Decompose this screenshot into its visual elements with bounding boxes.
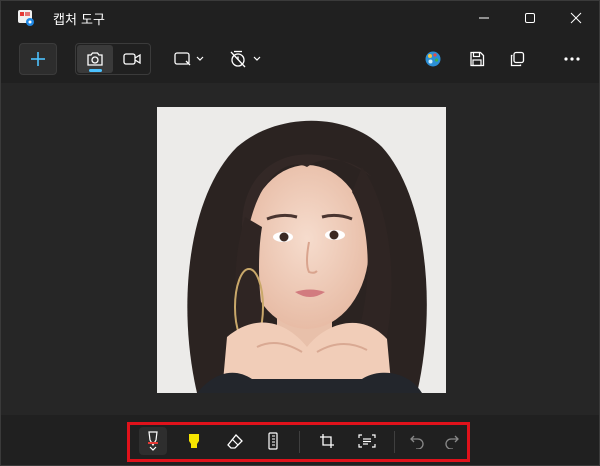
capture-mode-toggle [75, 43, 151, 75]
close-button[interactable] [553, 1, 599, 35]
screenshot-mode-button[interactable] [77, 45, 113, 73]
video-camera-icon [123, 53, 141, 65]
paint-palette-icon [425, 51, 441, 67]
eraser-button[interactable] [221, 427, 249, 455]
plus-icon [31, 52, 45, 66]
delay-timer-dropdown[interactable] [225, 43, 265, 75]
undo-icon [410, 435, 424, 449]
edit-in-paint-button[interactable] [419, 43, 447, 75]
copy-button[interactable] [503, 43, 531, 75]
snipping-tool-window: 캡처 도구 [0, 0, 600, 466]
markup-toolbar [1, 415, 599, 465]
title-bar: 캡처 도구 [1, 1, 599, 35]
close-icon [570, 12, 582, 24]
portrait-illustration [157, 107, 446, 393]
copy-icon [510, 51, 525, 67]
highlighter-button[interactable] [180, 427, 208, 455]
redo-button[interactable] [438, 427, 466, 455]
more-options-button[interactable] [557, 43, 587, 75]
crop-button[interactable] [313, 427, 341, 455]
ballpoint-pen-icon [148, 431, 158, 451]
captured-image[interactable] [157, 107, 446, 393]
capture-canvas [1, 83, 599, 415]
text-actions-button[interactable] [353, 427, 381, 455]
more-options-icon [564, 57, 580, 61]
undo-button[interactable] [403, 427, 431, 455]
redo-icon [445, 435, 459, 449]
recording-mode-button[interactable] [114, 45, 150, 73]
maximize-button[interactable] [507, 1, 553, 35]
snipping-tool-app-icon [18, 10, 34, 26]
highlighter-icon [189, 434, 199, 448]
maximize-icon [525, 13, 535, 23]
minimize-icon [479, 17, 489, 19]
top-toolbar [1, 37, 599, 83]
ruler-icon [268, 432, 278, 450]
toolbar-separator [299, 431, 300, 453]
snip-shape-dropdown[interactable] [169, 43, 209, 75]
toolbar-separator [394, 431, 395, 453]
new-capture-button[interactable] [19, 43, 57, 75]
minimize-button[interactable] [461, 1, 507, 35]
camera-icon [87, 52, 103, 66]
eraser-icon [227, 434, 243, 449]
no-delay-timer-icon [230, 50, 261, 68]
text-actions-icon [358, 434, 376, 448]
save-icon [470, 51, 485, 67]
ballpoint-pen-button[interactable] [139, 427, 167, 455]
active-mode-indicator [89, 69, 102, 72]
crop-icon [320, 434, 334, 448]
save-button[interactable] [463, 43, 491, 75]
window-title: 캡처 도구 [53, 13, 105, 28]
rectangle-snip-icon [174, 52, 204, 66]
ruler-button[interactable] [259, 427, 287, 455]
